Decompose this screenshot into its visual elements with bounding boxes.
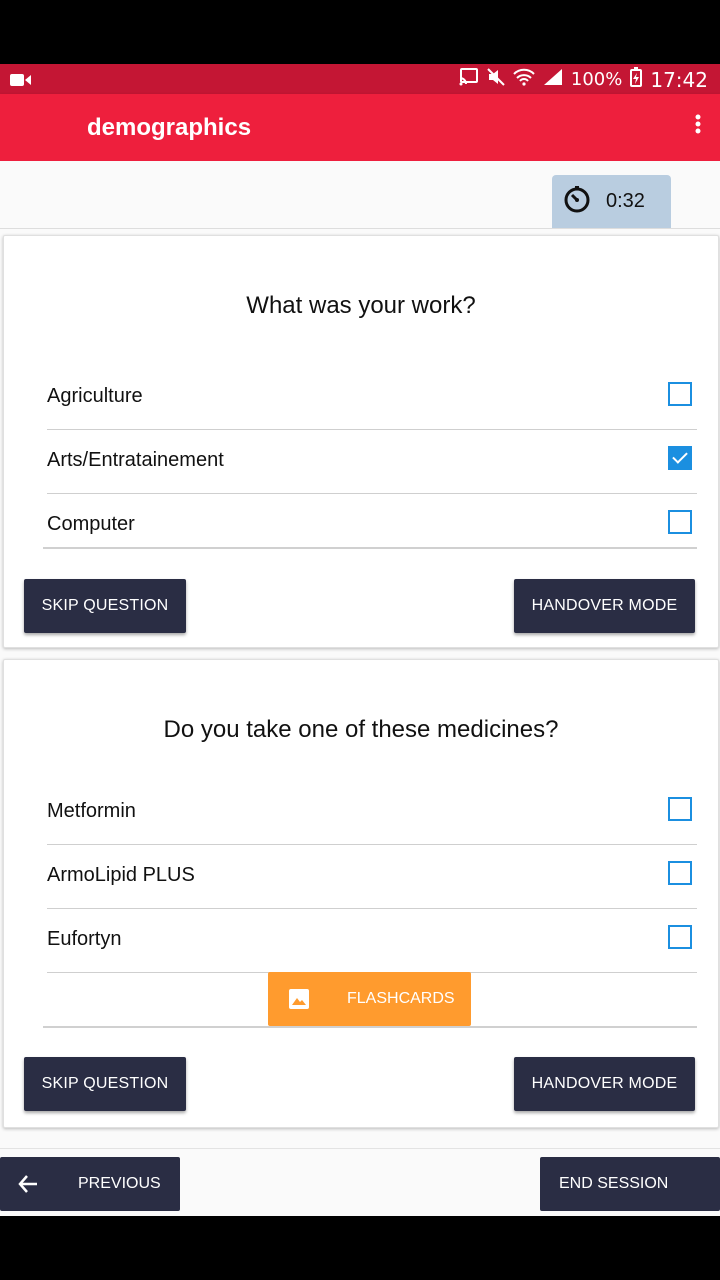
app-bar: demographics (0, 94, 720, 161)
arrow-left-icon (17, 1173, 39, 1200)
flashcards-button[interactable]: FLASHCARDS (268, 972, 471, 1026)
option-eufortyn[interactable]: Eufortyn (47, 908, 697, 973)
mute-icon (487, 68, 505, 91)
checkbox[interactable] (668, 510, 692, 534)
battery-percentage: 100% (570, 69, 623, 90)
option-agriculture[interactable]: Agriculture (47, 365, 697, 430)
previous-label: PREVIOUS (78, 1175, 161, 1192)
divider (0, 1148, 720, 1149)
status-icons: 100% 17:42 (459, 67, 708, 92)
skip-question-button[interactable]: SKIP QUESTION (24, 579, 186, 633)
video-camera-icon (10, 71, 32, 92)
option-armolipid[interactable]: ArmoLipid PLUS (47, 844, 697, 909)
flashcards-label: FLASHCARDS (347, 990, 455, 1007)
checkbox[interactable] (668, 382, 692, 406)
page-title: demographics (87, 114, 252, 141)
battery-charging-icon (630, 67, 643, 92)
question-card-medicines: Do you take one of these medicines? Metf… (3, 659, 719, 1128)
signal-icon (543, 68, 563, 91)
end-session-button[interactable]: END SESSION (540, 1157, 720, 1211)
skip-question-button[interactable]: SKIP QUESTION (24, 1057, 186, 1111)
content-area[interactable]: 0:32 What was your work? Agriculture Art… (0, 161, 720, 1216)
previous-button[interactable]: PREVIOUS (0, 1157, 180, 1211)
question-title: Do you take one of these medicines? (163, 716, 559, 743)
option-label: Computer (47, 513, 135, 535)
option-label: Agriculture (47, 385, 143, 407)
timer-icon (562, 184, 592, 220)
checkbox[interactable] (668, 797, 692, 821)
more-vertical-icon[interactable] (688, 110, 708, 140)
question-title: What was your work? (246, 292, 476, 319)
checkbox[interactable] (668, 861, 692, 885)
cast-icon (459, 68, 479, 91)
timer-value: 0:32 (606, 190, 645, 212)
handover-mode-button[interactable]: HANDOVER MODE (514, 1057, 695, 1111)
list-divider (43, 1026, 697, 1028)
status-bar: 100% 17:42 (0, 64, 720, 94)
option-arts[interactable]: Arts/Entratainement (47, 429, 697, 494)
end-session-label: END SESSION (559, 1175, 669, 1192)
option-metformin[interactable]: Metformin (47, 780, 697, 845)
option-label: ArmoLipid PLUS (47, 864, 195, 886)
checkbox-checked[interactable] (668, 446, 692, 470)
wifi-icon (513, 68, 535, 91)
option-label: Arts/Entratainement (47, 449, 224, 471)
option-label: Eufortyn (47, 928, 122, 950)
option-label: Metformin (47, 800, 136, 822)
status-time: 17:42 (650, 67, 708, 92)
image-icon (288, 988, 310, 1015)
question-card-work: What was your work? Agriculture Arts/Ent… (3, 235, 719, 648)
checkbox[interactable] (668, 925, 692, 949)
list-divider (43, 547, 697, 549)
divider (0, 228, 720, 229)
session-timer: 0:32 (552, 175, 671, 228)
handover-mode-button[interactable]: HANDOVER MODE (514, 579, 695, 633)
